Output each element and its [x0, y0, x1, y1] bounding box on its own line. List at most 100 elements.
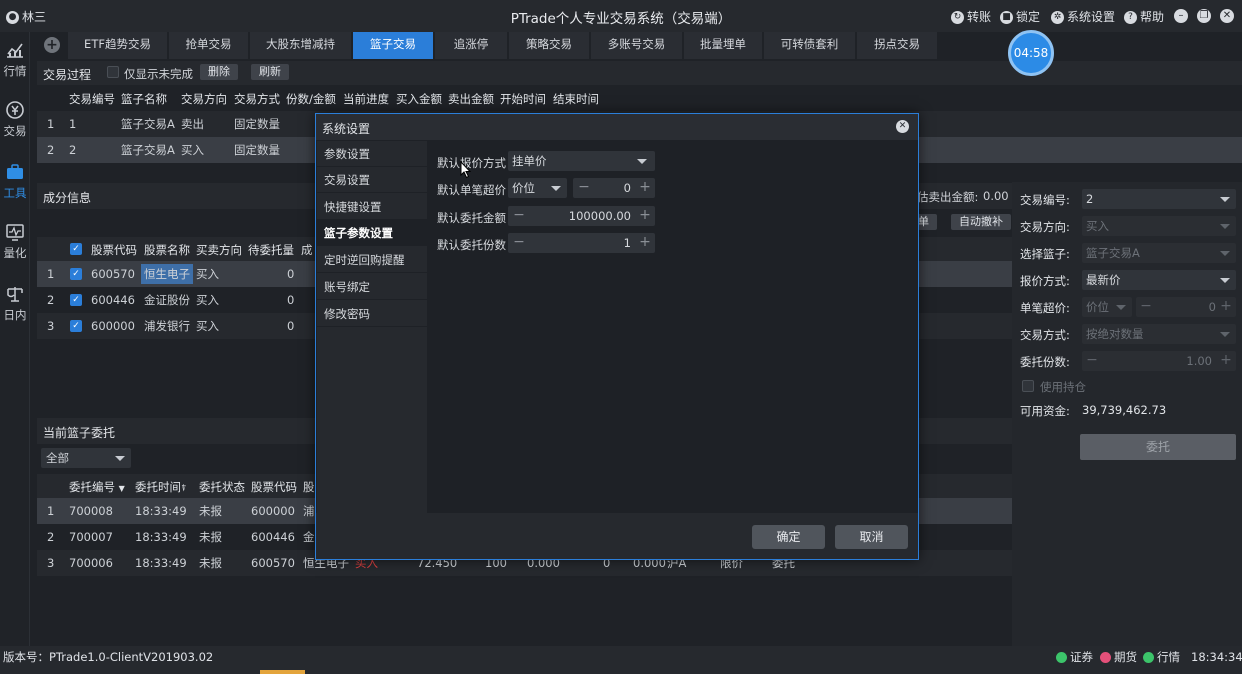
default-over-price-stepper[interactable]: − 0 + — [573, 178, 655, 198]
minimize-button[interactable]: – — [1174, 9, 1188, 23]
menu-item-params[interactable]: 参数设置 — [317, 141, 427, 167]
plus-icon[interactable]: + — [637, 178, 653, 198]
process-header: 交易编号 篮子名称 交易方向 交易方式 份数/金额 当前进度 买入金额 卖出金额… — [37, 86, 1242, 110]
col-start-time[interactable]: 开始时间 — [500, 91, 546, 107]
add-tab-button[interactable]: + — [44, 37, 60, 53]
over-unit-select[interactable]: 价位 — [1082, 297, 1132, 317]
only-unfinished-checkbox[interactable] — [107, 66, 119, 78]
settings-button[interactable]: ✲ 系统设置 — [1051, 8, 1115, 25]
row-checkbox[interactable]: ✓ — [70, 294, 82, 306]
ok-button[interactable]: 确定 — [752, 525, 825, 549]
basket-select[interactable]: 篮子交易A — [1082, 243, 1236, 263]
menu-item-basket-params[interactable]: 篮子参数设置 — [317, 220, 427, 246]
title-bar: ● 林三 PTrade个人专业交易系统（交易端） ↻ 转账 ■ 锁定 ✲ 系统设置 ? 帮… — [0, 0, 1242, 32]
col-sell-amount[interactable]: 卖出金额 — [448, 91, 494, 107]
tab-basket[interactable]: 篮子交易 — [353, 32, 434, 59]
col-order-code[interactable]: 股票代码 — [251, 479, 297, 495]
refresh-button[interactable]: 刷新 — [251, 64, 289, 80]
col-filled[interactable]: 成 — [301, 242, 313, 258]
tab-multi-account[interactable]: 多账号交易 — [591, 32, 683, 59]
menu-item-trade[interactable]: 交易设置 — [317, 167, 427, 193]
nav-item-quant[interactable]: 量化 — [0, 222, 30, 261]
plus-icon[interactable]: + — [1218, 351, 1234, 371]
col-copies[interactable]: 份数/金额 — [286, 91, 336, 107]
menu-item-hotkeys[interactable]: 快捷键设置 — [317, 194, 427, 220]
col-buy-amount[interactable]: 买入金额 — [396, 91, 442, 107]
minus-icon[interactable]: − — [511, 206, 527, 226]
col-order-name[interactable]: 股 — [303, 479, 315, 495]
nav-item-tools[interactable]: 工具 — [0, 162, 30, 201]
menu-item-repo-reminder[interactable]: 定时逆回购提醒 — [317, 247, 427, 273]
col-progress[interactable]: 当前进度 — [343, 91, 389, 107]
use-hold-checkbox[interactable] — [1022, 380, 1034, 392]
minus-icon[interactable]: − — [1084, 351, 1100, 371]
col-mode[interactable]: 交易方式 — [234, 91, 280, 107]
trade-mode-select[interactable]: 按绝对数量 — [1082, 324, 1236, 344]
submit-order-button[interactable]: 委托 — [1080, 434, 1236, 460]
status-securities[interactable]: 证券 — [1056, 646, 1093, 668]
auto-cancel-button[interactable]: 自动撤补 — [951, 214, 1011, 230]
nav-item-intraday[interactable]: 日内 — [0, 284, 30, 323]
orders-filter-select[interactable]: 全部 — [41, 448, 131, 468]
dialog-close-button[interactable]: ✕ — [896, 120, 909, 133]
col-trade-no[interactable]: 交易编号 — [69, 91, 115, 107]
col-order-no[interactable]: 委托编号 ▼ — [69, 479, 125, 495]
plus-icon[interactable]: + — [637, 206, 653, 226]
col-basket-name[interactable]: 篮子名称 — [121, 91, 167, 107]
tab-grab[interactable]: 抢单交易 — [169, 32, 249, 59]
menu-item-password[interactable]: 修改密码 — [317, 301, 427, 327]
nav-item-market[interactable]: 行情 — [0, 40, 30, 79]
status-futures[interactable]: 期货 — [1100, 646, 1137, 668]
tab-limit-up[interactable]: 追涨停 — [435, 32, 508, 59]
default-copies-stepper[interactable]: − 1 + — [508, 233, 655, 253]
direction-select[interactable]: 买入 — [1082, 216, 1236, 236]
default-amount-stepper[interactable]: − 100000.00 + — [508, 206, 655, 226]
default-over-price-label: 默认单笔超价 — [437, 183, 506, 197]
close-window-button[interactable]: ✕ — [1220, 9, 1234, 23]
nav-item-trade[interactable]: 交易 — [0, 100, 30, 139]
col-pending[interactable]: 待委托量 — [248, 242, 294, 258]
tab-strategy[interactable]: 策略交易 — [509, 32, 590, 59]
settings-dialog: 系统设置 ✕ 参数设置 交易设置 快捷键设置 篮子参数设置 定时逆回购提醒 账号… — [315, 113, 919, 560]
dialog-menu: 参数设置 交易设置 快捷键设置 篮子参数设置 定时逆回购提醒 账号绑定 修改密码 — [317, 141, 427, 513]
countdown-timer[interactable]: 04:58 — [1008, 30, 1054, 76]
menu-item-account-bind[interactable]: 账号绑定 — [317, 274, 427, 300]
tab-holder[interactable]: 大股东增减持 — [250, 32, 352, 59]
col-stock-name[interactable]: 股票名称 — [144, 242, 190, 258]
copies-label: 委托份数: — [1020, 355, 1070, 369]
minus-icon[interactable]: − — [576, 178, 592, 198]
default-price-mode-select[interactable]: 挂单价 — [508, 151, 655, 171]
basket-label: 选择篮子: — [1020, 247, 1070, 261]
delete-button[interactable]: 删除 — [200, 64, 238, 80]
status-quote[interactable]: 行情 — [1143, 646, 1180, 668]
col-order-status[interactable]: 委托状态 — [199, 479, 245, 495]
tab-convertible[interactable]: 可转债套利 — [764, 32, 856, 59]
trade-no-select[interactable]: 2 — [1082, 189, 1236, 209]
default-over-unit-select[interactable]: 价位 — [508, 178, 567, 198]
col-stock-code[interactable]: 股票代码 — [91, 242, 137, 258]
col-order-time[interactable]: 委托时间⍒ — [135, 479, 186, 495]
col-end-time[interactable]: 结束时间 — [553, 91, 599, 107]
plus-icon[interactable]: + — [1218, 297, 1234, 317]
help-button[interactable]: ? 帮助 — [1124, 8, 1164, 25]
minus-icon[interactable]: − — [1138, 297, 1154, 317]
minus-icon[interactable]: − — [511, 233, 527, 253]
restore-button[interactable]: ❐ — [1197, 9, 1211, 23]
row-checkbox[interactable]: ✓ — [70, 320, 82, 332]
tab-inflection[interactable]: 拐点交易 — [857, 32, 938, 59]
copies-stepper[interactable]: − 1.00 + — [1082, 351, 1236, 371]
row-checkbox[interactable]: ✓ — [70, 268, 82, 280]
tab-batch[interactable]: 批量埋单 — [684, 32, 763, 59]
tab-etf[interactable]: ETF趋势交易 — [68, 32, 168, 59]
process-toolbar: 交易过程 仅显示未完成 删除 刷新 — [37, 61, 1242, 85]
select-all-checkbox[interactable]: ✓ — [70, 243, 82, 255]
transfer-button[interactable]: ↻ 转账 — [951, 8, 991, 25]
lock-button[interactable]: ■ 锁定 — [1000, 8, 1040, 25]
price-mode-select[interactable]: 最新价 — [1082, 270, 1236, 290]
direction-label: 交易方向: — [1020, 220, 1070, 234]
col-side[interactable]: 买卖方向 — [196, 242, 242, 258]
col-direction[interactable]: 交易方向 — [181, 91, 227, 107]
over-price-stepper[interactable]: − 0 + — [1136, 297, 1236, 317]
plus-icon[interactable]: + — [637, 233, 653, 253]
cancel-button[interactable]: 取消 — [835, 525, 908, 549]
